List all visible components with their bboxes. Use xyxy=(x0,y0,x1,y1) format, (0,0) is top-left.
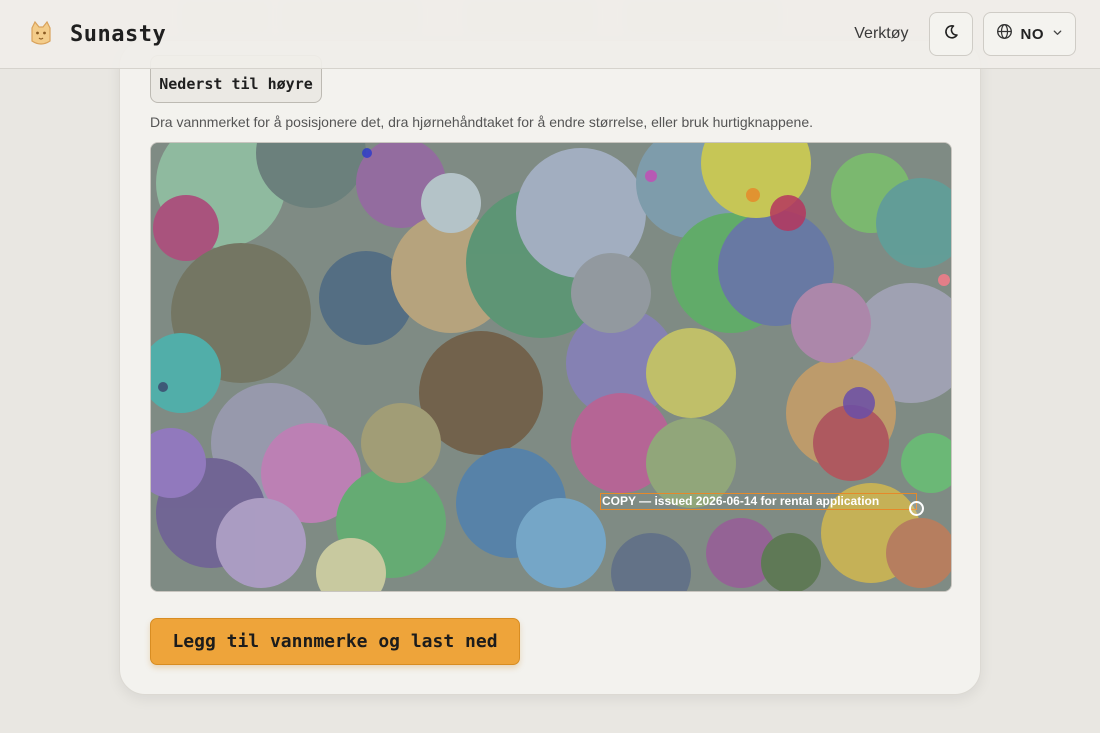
brand-name[interactable]: Sunasty xyxy=(70,22,166,47)
language-select[interactable]: NO xyxy=(982,12,1076,56)
theme-toggle-button[interactable] xyxy=(928,12,973,56)
cat-logo-icon[interactable] xyxy=(24,17,58,51)
preview-image xyxy=(151,143,951,591)
apply-and-download-button[interactable]: Legg til vannmerke og last ned xyxy=(150,618,520,665)
globe-icon xyxy=(996,23,1013,45)
image-preview[interactable]: COPY — issued 2026-06-14 for rental appl… xyxy=(150,142,952,592)
watermark-card: Nederst til høyre Dra vannmerket for å p… xyxy=(119,40,981,695)
resize-handle[interactable] xyxy=(909,501,924,516)
language-label: NO xyxy=(1020,25,1044,43)
instructions-text: Dra vannmerket for å posisjonere det, dr… xyxy=(150,114,814,130)
moon-icon xyxy=(943,24,959,45)
chevron-down-icon xyxy=(1052,25,1063,43)
top-nav: Sunasty Verktøy NO xyxy=(0,0,1100,69)
tools-link[interactable]: Verktøy xyxy=(854,25,908,43)
watermark-overlay[interactable]: COPY — issued 2026-06-14 for rental appl… xyxy=(600,493,917,510)
